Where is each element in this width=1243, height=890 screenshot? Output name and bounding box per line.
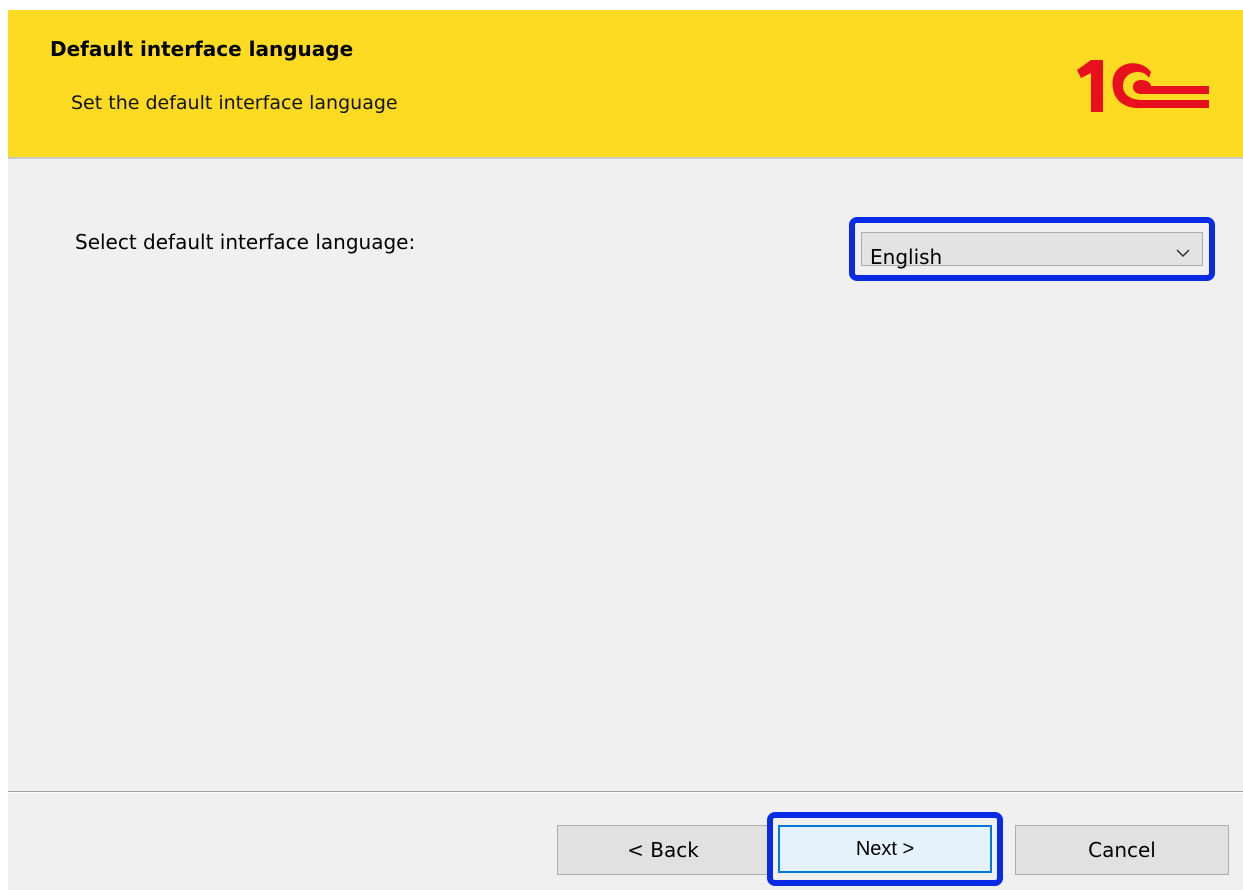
page-subtitle: Set the default interface language (71, 92, 398, 114)
1c-logo-icon (1077, 60, 1209, 112)
chevron-down-icon[interactable] (1174, 244, 1192, 262)
page-title: Default interface language (50, 37, 354, 61)
cancel-button[interactable]: Cancel (1015, 825, 1229, 875)
next-button[interactable]: Next > (778, 825, 992, 873)
wizard-header: Default interface language Set the defau… (8, 10, 1243, 159)
language-select[interactable]: English (861, 232, 1203, 269)
back-button[interactable]: < Back (557, 825, 769, 875)
language-select-value: English (870, 245, 943, 269)
language-select-highlight: English (849, 217, 1215, 281)
next-button-highlight: Next > (767, 812, 1003, 886)
setup-wizard-window: Default interface language Set the defau… (8, 10, 1243, 890)
footer-divider (8, 791, 1243, 793)
language-prompt-label: Select default interface language: (75, 230, 416, 254)
